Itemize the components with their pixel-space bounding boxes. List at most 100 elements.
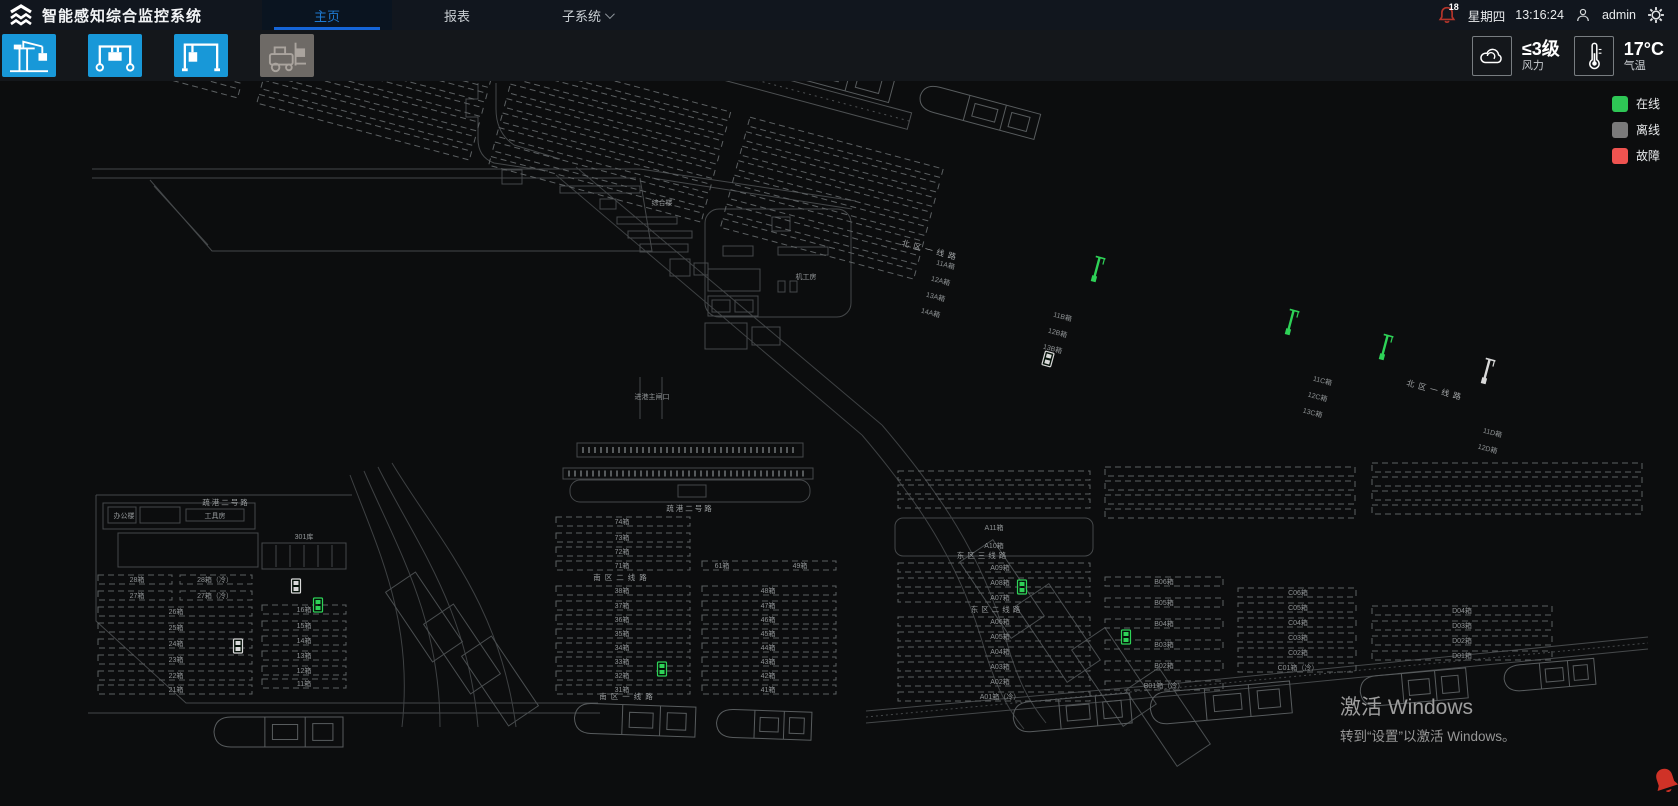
svg-text:A09箱: A09箱 (990, 563, 1009, 572)
tab-subsystem[interactable]: 子系统 (522, 0, 652, 30)
svg-text:北区一线路: 北区一线路 (1406, 378, 1467, 403)
svg-text:进港主闸口: 进港主闸口 (635, 392, 670, 401)
svg-text:23箱: 23箱 (169, 655, 184, 664)
svg-text:48箱: 48箱 (761, 586, 776, 595)
svg-text:C06箱: C06箱 (1288, 588, 1308, 597)
monitoring-app: 智能感知综合监控系统 主页 报表 子系统 18 星期四 1 (0, 0, 1678, 806)
svg-text:13A箱: 13A箱 (925, 290, 946, 304)
username[interactable]: admin (1602, 8, 1636, 22)
svg-text:C05箱: C05箱 (1288, 603, 1308, 612)
svg-text:C01箱（冷）: C01箱（冷） (1278, 663, 1319, 672)
svg-text:A03箱: A03箱 (990, 662, 1009, 671)
forklift-button[interactable] (260, 34, 314, 77)
online-swatch (1612, 96, 1628, 112)
gear-icon[interactable] (1646, 5, 1666, 25)
wind-cloud-icon (1478, 43, 1506, 69)
temperature-group: 17°C 气温 (1574, 36, 1664, 76)
fault-label: 故障 (1636, 147, 1660, 164)
svg-text:东区二线路: 东区二线路 (971, 604, 1024, 614)
truck-marker-offline[interactable] (292, 579, 301, 593)
online-label: 在线 (1636, 95, 1660, 112)
svg-text:B03箱: B03箱 (1154, 640, 1173, 649)
truck-marker-online[interactable] (314, 598, 323, 612)
svg-text:13箱: 13箱 (297, 651, 312, 660)
svg-text:16箱: 16箱 (297, 605, 312, 614)
user-icon (1574, 5, 1592, 25)
svg-text:11B箱: 11B箱 (1052, 310, 1073, 324)
crane-marker-offline[interactable] (1479, 358, 1495, 385)
svg-text:B05箱: B05箱 (1154, 598, 1173, 607)
weather-panel: ≤3级 风力 17°C 气温 (1472, 36, 1678, 76)
rmg-crane-button[interactable] (174, 34, 228, 77)
quay-crane-button[interactable] (2, 34, 56, 77)
svg-text:南区二线路: 南区二线路 (593, 572, 651, 582)
svg-text:B04箱: B04箱 (1154, 619, 1173, 628)
svg-text:33箱: 33箱 (615, 657, 630, 666)
tab-reports[interactable]: 报表 (392, 0, 522, 30)
svg-text:B06箱: B06箱 (1154, 577, 1173, 586)
svg-text:A05箱: A05箱 (990, 632, 1009, 641)
truck-marker-online[interactable] (1122, 630, 1131, 644)
notification-count: 18 (1449, 2, 1459, 12)
truck-marker-online[interactable] (658, 662, 667, 676)
svg-text:D03箱: D03箱 (1452, 621, 1472, 630)
svg-text:26箱: 26箱 (169, 607, 184, 616)
top-bar: 智能感知综合监控系统 主页 报表 子系统 18 星期四 1 (0, 0, 1678, 30)
truck-marker-offline[interactable] (234, 639, 243, 653)
port-map-area[interactable]: 北区一线路北区一线路疏港二号路疏港二号路南区二线路南区一线路东区三线路东区二线路… (0, 81, 1678, 806)
rtg-crane-icon (92, 37, 138, 75)
tab-home[interactable]: 主页 (262, 0, 392, 30)
svg-text:27箱: 27箱 (130, 591, 145, 600)
port-map-svg[interactable]: 北区一线路北区一线路疏港二号路疏港二号路南区二线路南区一线路东区三线路东区二线路… (0, 81, 1678, 806)
svg-text:14A箱: 14A箱 (920, 306, 941, 320)
svg-text:A08箱: A08箱 (990, 578, 1009, 587)
svg-text:21箱: 21箱 (169, 685, 184, 694)
svg-text:D04箱: D04箱 (1452, 606, 1472, 615)
svg-text:疏港二号路: 疏港二号路 (202, 497, 250, 507)
truck-marker-offline[interactable] (1042, 351, 1054, 367)
svg-text:42箱: 42箱 (761, 671, 776, 680)
offline-swatch (1612, 122, 1628, 138)
equipment-buttons (2, 34, 314, 77)
tab-subsystem-label: 子系统 (562, 6, 601, 25)
map-labels: 北区一线路北区一线路疏港二号路疏港二号路南区二线路南区一线路东区三线路东区二线路… (114, 198, 1504, 701)
crane-marker-online[interactable] (1089, 256, 1105, 283)
svg-text:A02箱: A02箱 (990, 677, 1009, 686)
wind-group: ≤3级 风力 (1472, 36, 1560, 76)
svg-text:A07箱: A07箱 (990, 593, 1009, 602)
svg-text:B02箱: B02箱 (1154, 661, 1173, 670)
svg-text:C04箱: C04箱 (1288, 618, 1308, 627)
coastline (88, 83, 1648, 723)
chevron-down-icon (605, 9, 615, 19)
north-ships (190, 81, 1041, 141)
crane-marker-online[interactable] (1377, 334, 1393, 361)
crane-marker-online[interactable] (1283, 309, 1299, 336)
svg-text:41箱: 41箱 (761, 685, 776, 694)
offline-label: 离线 (1636, 121, 1660, 138)
legend-item-fault: 故障 (1612, 147, 1660, 164)
svg-text:12A箱: 12A箱 (930, 274, 951, 288)
notification-bell-button[interactable]: 18 (1436, 3, 1458, 27)
wind-value: ≤3级 (1522, 39, 1560, 60)
svg-text:74箱: 74箱 (615, 517, 630, 526)
tab-home-label: 主页 (314, 6, 340, 25)
svg-text:22箱: 22箱 (169, 671, 184, 680)
svg-text:东区三线路: 东区三线路 (957, 550, 1010, 560)
svg-text:28箱: 28箱 (130, 575, 145, 584)
svg-text:疏港二号路: 疏港二号路 (666, 503, 714, 513)
app-title: 智能感知综合监控系统 (42, 5, 202, 26)
svg-text:综合楼: 综合楼 (652, 198, 673, 207)
svg-text:301库: 301库 (295, 532, 314, 541)
svg-text:47箱: 47箱 (761, 601, 776, 610)
alarm-bell-button[interactable] (1648, 764, 1678, 800)
legend-item-offline: 离线 (1612, 121, 1660, 138)
thermometer-icon (1582, 42, 1606, 70)
forklift-icon (264, 37, 310, 75)
svg-text:11C箱: 11C箱 (1312, 374, 1333, 388)
svg-text:A11箱: A11箱 (985, 523, 1004, 532)
wind-box (1472, 36, 1512, 76)
svg-text:工具房: 工具房 (205, 511, 226, 520)
truck-marker-online[interactable] (1018, 580, 1027, 594)
svg-text:31箱: 31箱 (615, 685, 630, 694)
rtg-crane-button[interactable] (88, 34, 142, 77)
